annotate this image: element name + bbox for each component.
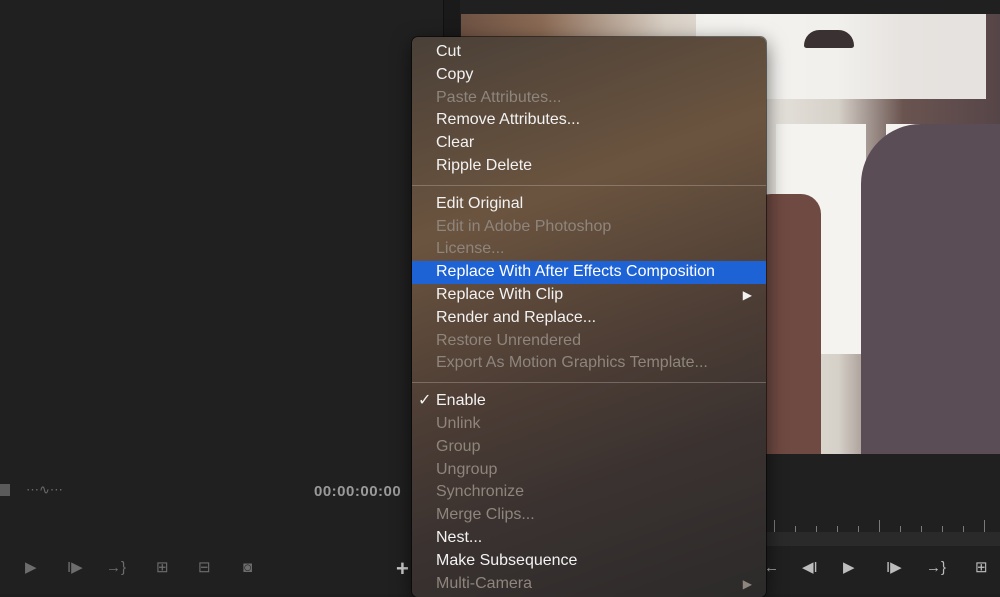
submenu-arrow-icon: ▶: [742, 576, 752, 591]
step-forward-icon[interactable]: I▶: [67, 560, 83, 576]
safe-margins-icon[interactable]: [0, 484, 10, 496]
menu-item-replace-with-clip[interactable]: Replace With Clip ▶: [412, 284, 766, 307]
menu-item-copy[interactable]: Copy: [412, 64, 766, 87]
menu-item-label: Edit Original: [436, 194, 524, 212]
go-to-in-icon[interactable]: ←: [764, 560, 779, 576]
menu-item-label: Edit in Adobe Photoshop: [436, 217, 612, 235]
menu-item-ripple-delete[interactable]: Ripple Delete: [412, 155, 766, 178]
menu-item-label: Export As Motion Graphics Template...: [436, 354, 708, 372]
menu-item-edit-in-adobe-photoshop[interactable]: Edit in Adobe Photoshop: [412, 216, 766, 239]
menu-item-label: Enable: [436, 392, 486, 410]
menu-item-label: Remove Attributes...: [436, 111, 581, 129]
step-back-icon[interactable]: ◀I: [802, 560, 818, 576]
ruler-tick: [984, 520, 985, 532]
menu-item-cut[interactable]: Cut: [412, 41, 766, 64]
menu-item-synchronize[interactable]: Synchronize: [412, 481, 766, 504]
menu-item-group[interactable]: Group: [412, 436, 766, 459]
person-right: [861, 124, 1000, 454]
checkmark-icon: ✓: [418, 392, 432, 410]
menu-item-make-subsequence[interactable]: Make Subsequence: [412, 550, 766, 573]
menu-separator: [412, 382, 766, 384]
menu-item-label: Paste Attributes...: [436, 88, 562, 106]
insert-icon[interactable]: ⊞: [156, 560, 169, 576]
menu-item-label: Clear: [436, 134, 475, 152]
zoom-scrollbar[interactable]: [766, 532, 1000, 546]
menu-item-multi-camera[interactable]: Multi-Camera ▶: [412, 573, 766, 596]
menu-item-label: Ungroup: [436, 460, 498, 478]
menu-item-paste-attributes[interactable]: Paste Attributes...: [412, 87, 766, 110]
menu-item-clear[interactable]: Clear: [412, 132, 766, 155]
menu-item-label: Copy: [436, 65, 474, 83]
source-timecode[interactable]: 00:00:00:00: [314, 483, 401, 500]
menu-item-label: Make Subsequence: [436, 551, 578, 569]
menu-item-label: Replace With Clip: [436, 285, 564, 303]
source-monitor-panel: ⋯∿⋯ 00:00:00:00 ▶ I▶ →} ⊞ ⊟ ◙ +: [0, 0, 443, 594]
menu-item-label: Restore Unrendered: [436, 331, 581, 349]
menu-item-label: Replace With After Effects Composition: [436, 263, 715, 281]
menu-item-label: Ripple Delete: [436, 156, 533, 174]
camera-icon[interactable]: ◙: [243, 560, 252, 576]
menu-item-label: Synchronize: [436, 483, 525, 501]
menu-item-license[interactable]: License...: [412, 238, 766, 261]
menu-item-remove-attributes[interactable]: Remove Attributes...: [412, 109, 766, 132]
menu-item-render-and-replace[interactable]: Render and Replace...: [412, 307, 766, 330]
play-icon[interactable]: ▶: [25, 560, 37, 576]
menu-item-unlink[interactable]: Unlink: [412, 413, 766, 436]
menu-item-enable[interactable]: ✓ Enable: [412, 390, 766, 413]
menu-item-label: Merge Clips...: [436, 506, 535, 524]
overwrite-icon[interactable]: ⊟: [198, 560, 211, 576]
menu-item-replace-with-after-effects-composition[interactable]: Replace With After Effects Composition: [412, 261, 766, 284]
go-to-out-icon[interactable]: →}: [106, 560, 126, 576]
ruler-tick: [774, 520, 775, 532]
audio-waveform-icon[interactable]: ⋯∿⋯: [26, 482, 63, 498]
submenu-arrow-icon: ▶: [742, 287, 752, 302]
add-button[interactable]: +: [396, 558, 409, 580]
menu-item-export-as-motion-graphics-template[interactable]: Export As Motion Graphics Template...: [412, 352, 766, 375]
menu-item-label: Nest...: [436, 528, 483, 546]
menu-item-label: Group: [436, 437, 481, 455]
ruler-tick: [879, 520, 880, 532]
menu-separator: [412, 184, 766, 186]
go-to-out-icon[interactable]: →}: [926, 560, 946, 576]
lift-icon[interactable]: ⊞: [975, 560, 988, 576]
menu-item-label: Render and Replace...: [436, 308, 597, 326]
step-forward-icon[interactable]: I▶: [886, 560, 902, 576]
menu-item-label: License...: [436, 240, 505, 258]
time-ruler[interactable]: [766, 512, 1000, 532]
menu-item-label: Unlink: [436, 414, 481, 432]
menu-item-ungroup[interactable]: Ungroup: [412, 459, 766, 482]
menu-item-label: Multi-Camera: [436, 574, 533, 592]
menu-item-edit-original[interactable]: Edit Original: [412, 193, 766, 216]
context-menu: Cut Copy Paste Attributes... Remove Attribu…: [412, 37, 766, 597]
menu-item-nest[interactable]: Nest...: [412, 527, 766, 550]
play-icon[interactable]: ▶: [843, 560, 855, 576]
menu-item-merge-clips[interactable]: Merge Clips...: [412, 504, 766, 527]
ceiling-lamp: [804, 30, 854, 48]
menu-item-restore-unrendered[interactable]: Restore Unrendered: [412, 330, 766, 353]
menu-item-label: Cut: [436, 43, 461, 60]
